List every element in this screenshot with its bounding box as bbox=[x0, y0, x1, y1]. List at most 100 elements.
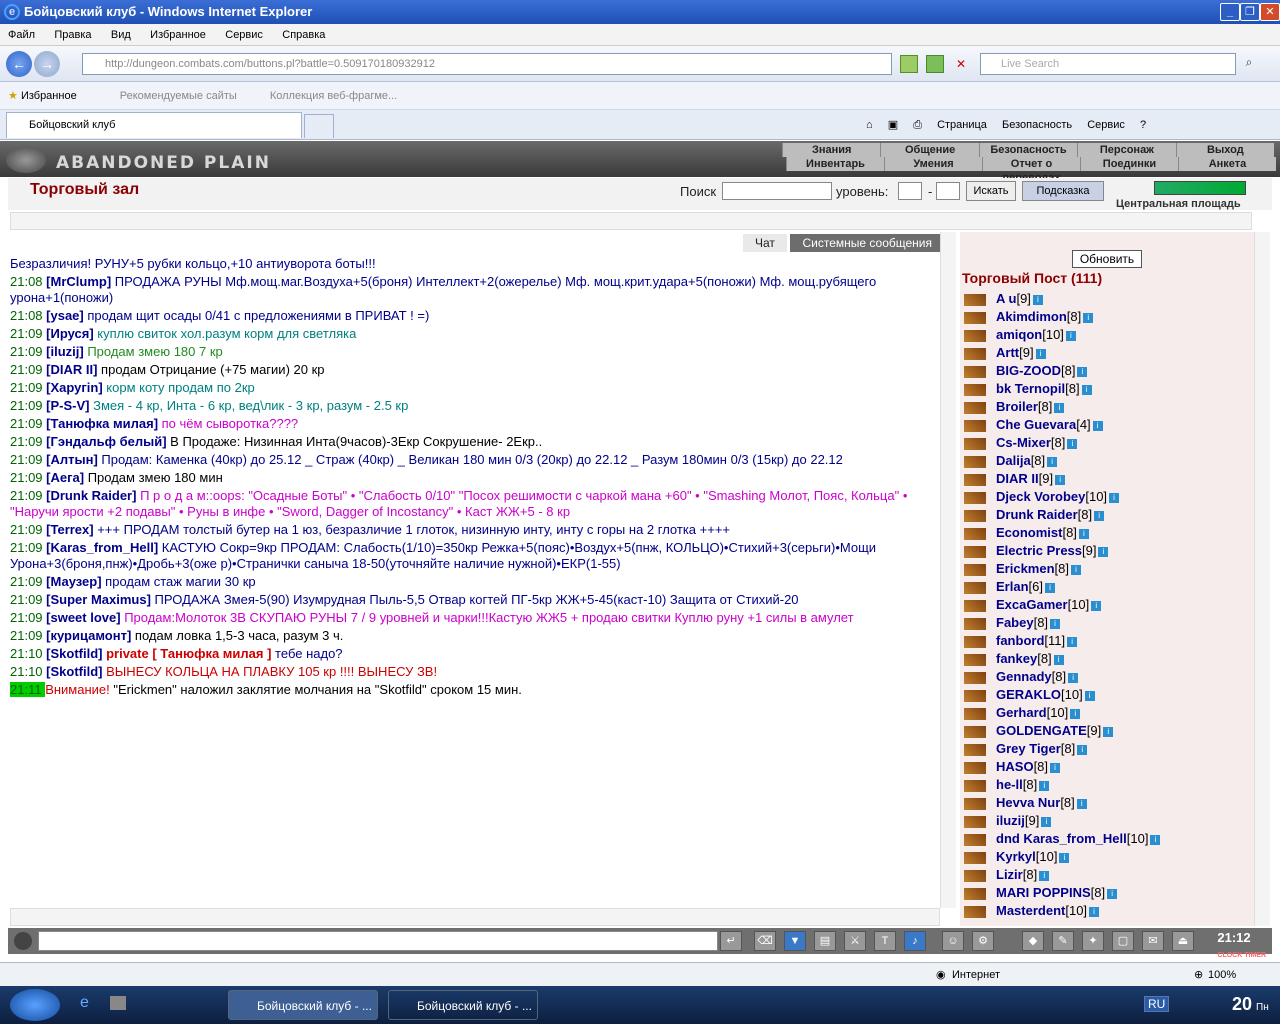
private-arrow-icon[interactable] bbox=[964, 509, 986, 522]
menu-tools[interactable]: Сервис bbox=[217, 24, 271, 46]
private-arrow-icon[interactable] bbox=[964, 905, 986, 918]
info-icon[interactable]: i bbox=[1094, 510, 1105, 521]
menu-inventory[interactable]: Инвентарь bbox=[786, 157, 884, 171]
smile-icon[interactable]: ☺ bbox=[942, 931, 964, 951]
info-icon[interactable]: i bbox=[1067, 438, 1078, 449]
private-arrow-icon[interactable] bbox=[964, 473, 986, 486]
private-arrow-icon[interactable] bbox=[964, 401, 986, 414]
message-time[interactable]: 21:08 bbox=[10, 308, 46, 323]
user-name[interactable]: Drunk Raider bbox=[996, 507, 1078, 522]
private-arrow-icon[interactable] bbox=[964, 653, 986, 666]
info-icon[interactable]: i bbox=[1054, 402, 1065, 413]
info-icon[interactable]: i bbox=[1084, 690, 1095, 701]
info-icon[interactable]: i bbox=[1077, 744, 1088, 755]
chat-horizontal-scrollbar[interactable] bbox=[10, 908, 940, 926]
menu-transfers[interactable]: Отчет о переводах bbox=[982, 157, 1080, 184]
info-icon[interactable]: i bbox=[1076, 798, 1087, 809]
info-icon[interactable]: i bbox=[1044, 582, 1055, 593]
private-arrow-icon[interactable] bbox=[964, 689, 986, 702]
menu-character[interactable]: Персонаж bbox=[1077, 143, 1175, 157]
cmd-page[interactable]: Страница bbox=[931, 110, 993, 140]
info-icon[interactable]: i bbox=[1055, 474, 1066, 485]
info-icon[interactable]: i bbox=[1070, 708, 1081, 719]
private-arrow-icon[interactable] bbox=[964, 347, 986, 360]
exit-icon[interactable]: ⏏ bbox=[1172, 931, 1194, 951]
save-icon[interactable]: ▤ bbox=[814, 931, 836, 951]
user-name[interactable]: fanbord bbox=[996, 633, 1044, 648]
zoom-icon[interactable]: ⊕ bbox=[1194, 963, 1203, 987]
private-arrow-icon[interactable] bbox=[964, 455, 986, 468]
zoom-level[interactable]: 100% bbox=[1208, 963, 1236, 987]
info-icon[interactable]: i bbox=[1083, 312, 1094, 323]
private-arrow-icon[interactable] bbox=[964, 869, 986, 882]
home-icon[interactable]: ⌂ bbox=[860, 110, 879, 140]
message-time[interactable]: 21:09 bbox=[10, 452, 46, 467]
magic-icon[interactable]: ✦ bbox=[1082, 931, 1104, 951]
private-arrow-icon[interactable] bbox=[964, 761, 986, 774]
message-time[interactable]: 21:09 bbox=[10, 610, 46, 625]
message-nick[interactable]: [sweet love] bbox=[46, 610, 124, 625]
task-fight-club-1[interactable]: Бойцовский клуб - ... bbox=[228, 990, 378, 1020]
private-tag[interactable]: private [ Танюфка милая ] bbox=[106, 646, 275, 661]
level-max-input[interactable] bbox=[936, 182, 960, 200]
info-icon[interactable]: i bbox=[1039, 780, 1050, 791]
user-name[interactable]: Gennady bbox=[996, 669, 1052, 684]
message-time[interactable]: 21:09 bbox=[10, 434, 46, 449]
private-arrow-icon[interactable] bbox=[964, 419, 986, 432]
user-name[interactable]: Broiler bbox=[996, 399, 1038, 414]
info-icon[interactable]: i bbox=[1067, 636, 1078, 647]
message-time[interactable]: 21:09 bbox=[10, 398, 46, 413]
private-arrow-icon[interactable] bbox=[964, 563, 986, 576]
private-arrow-icon[interactable] bbox=[964, 707, 986, 720]
menu-fights[interactable]: Поединки bbox=[1080, 157, 1178, 171]
tab-chat[interactable]: Чат bbox=[742, 234, 787, 252]
user-name[interactable]: Electric Press bbox=[996, 543, 1082, 558]
info-icon[interactable]: i bbox=[1065, 330, 1076, 341]
user-name[interactable]: DIAR II bbox=[996, 471, 1039, 486]
menu-help[interactable]: Справка bbox=[274, 24, 333, 46]
menu-file[interactable]: Файл bbox=[0, 24, 43, 46]
private-arrow-icon[interactable] bbox=[964, 887, 986, 900]
user-name[interactable]: A u bbox=[996, 291, 1016, 306]
search-button[interactable]: Искать bbox=[966, 181, 1016, 201]
print-icon[interactable]: ⎙ bbox=[907, 110, 928, 140]
user-name[interactable]: Lizir bbox=[996, 867, 1023, 882]
message-time[interactable]: 21:11 bbox=[10, 682, 46, 697]
user-name[interactable]: Djeck Vorobey bbox=[996, 489, 1085, 504]
user-name[interactable]: Cs-Mixer bbox=[996, 435, 1051, 450]
new-tab-button[interactable] bbox=[304, 114, 334, 138]
info-icon[interactable]: i bbox=[1050, 618, 1061, 629]
language-indicator[interactable]: RU bbox=[1144, 996, 1170, 1012]
user-name[interactable]: dnd Karas_from_Hell bbox=[996, 831, 1127, 846]
private-arrow-icon[interactable] bbox=[964, 545, 986, 558]
info-icon[interactable]: i bbox=[1047, 456, 1058, 467]
message-nick[interactable]: [Skotfild] bbox=[46, 664, 106, 679]
message-time[interactable]: 21:09 bbox=[10, 344, 46, 359]
info-icon[interactable]: i bbox=[1092, 420, 1103, 431]
info-icon[interactable]: i bbox=[1071, 564, 1082, 575]
private-arrow-icon[interactable] bbox=[964, 797, 986, 810]
user-name[interactable]: Artt bbox=[996, 345, 1019, 360]
message-nick[interactable]: [P-S-V] bbox=[46, 398, 93, 413]
private-arrow-icon[interactable] bbox=[964, 635, 986, 648]
user-name[interactable]: Economist bbox=[996, 525, 1062, 540]
user-name[interactable]: Akimdimon bbox=[996, 309, 1067, 324]
message-nick[interactable]: [Aега] bbox=[46, 470, 88, 485]
horizontal-scrollbar[interactable] bbox=[10, 212, 1252, 230]
settings-icon[interactable]: ⚙ bbox=[972, 931, 994, 951]
message-time[interactable]: 21:09 bbox=[10, 628, 46, 643]
private-arrow-icon[interactable] bbox=[964, 437, 986, 450]
info-icon[interactable]: i bbox=[1089, 906, 1100, 917]
scroll-icon[interactable]: ✎ bbox=[1052, 931, 1074, 951]
message-time[interactable]: 21:08 bbox=[10, 274, 46, 289]
info-icon[interactable]: i bbox=[1107, 888, 1118, 899]
hint-button[interactable]: Подсказка bbox=[1022, 181, 1104, 201]
info-icon[interactable]: i bbox=[1035, 348, 1046, 359]
chat-scrollbar[interactable] bbox=[940, 232, 956, 908]
menu-view[interactable]: Вид bbox=[103, 24, 139, 46]
fav-item-recommended[interactable]: Рекомендуемые сайты bbox=[120, 90, 237, 102]
filter-icon[interactable]: ▼ bbox=[784, 931, 806, 951]
ie-quicklaunch-icon[interactable]: e bbox=[80, 994, 89, 1012]
message-nick[interactable]: [DIAR II] bbox=[46, 362, 101, 377]
stop-icon[interactable]: ✕ bbox=[952, 55, 970, 73]
